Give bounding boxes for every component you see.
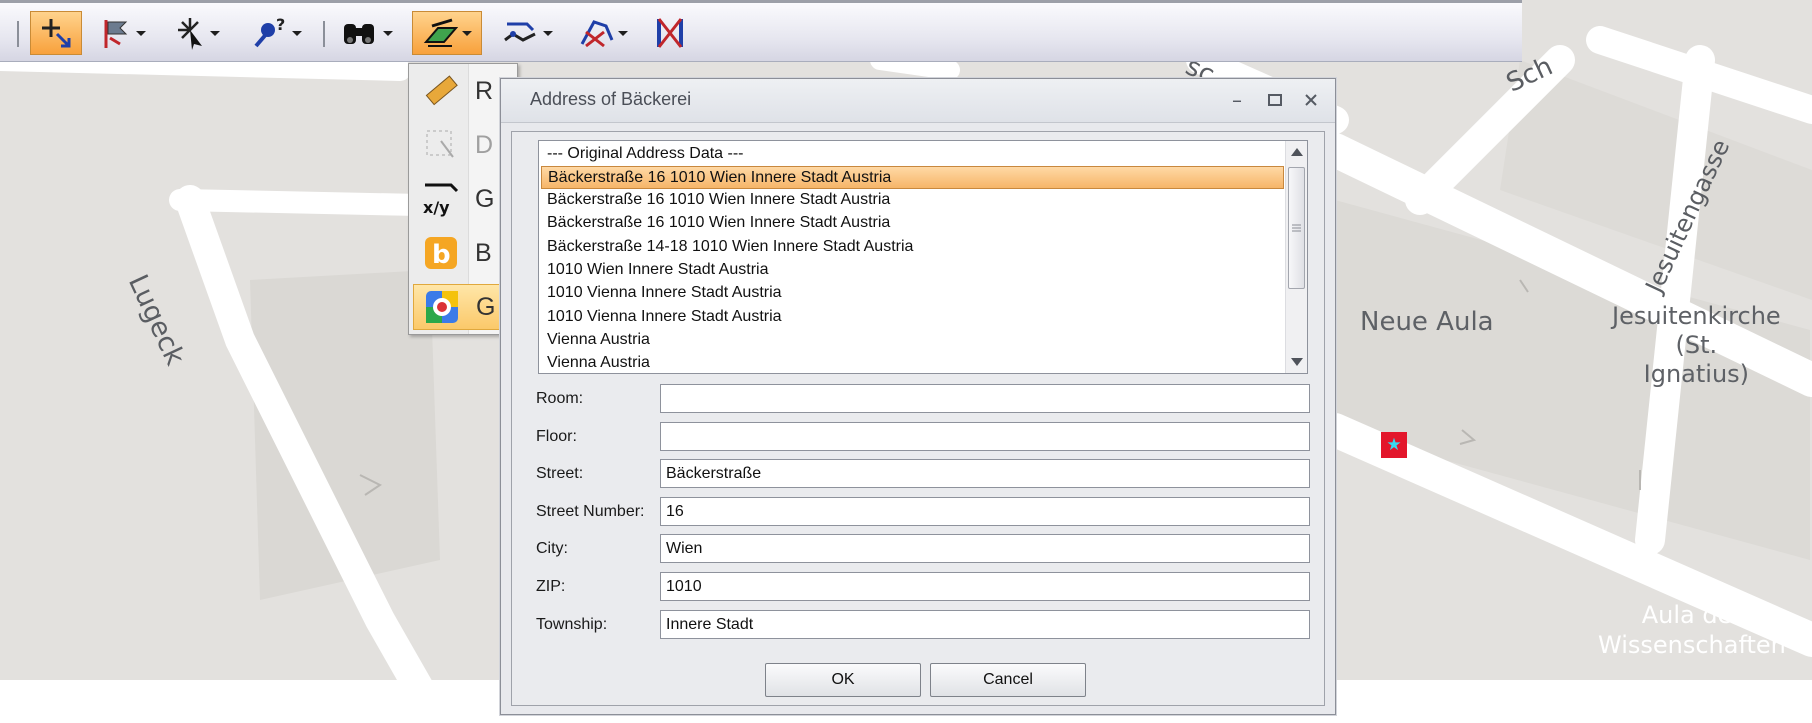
google-icon: [420, 287, 464, 327]
list-item[interactable]: Bäckerstraße 14-18 1010 Wien Innere Stad…: [541, 236, 1284, 259]
edit-network-button[interactable]: [572, 11, 634, 55]
scroll-thumb[interactable]: [1288, 167, 1305, 289]
xy-coordinates-icon: x/y: [419, 179, 463, 219]
minimize-button[interactable]: –: [1223, 87, 1251, 113]
sparkle-cursor-icon: [178, 18, 202, 50]
list-item[interactable]: Vienna Austria: [541, 352, 1284, 373]
close-button[interactable]: [1297, 87, 1325, 113]
triangle-down-icon: [1290, 358, 1303, 366]
list-item[interactable]: 1010 Vienna Innere Stadt Austria: [541, 282, 1284, 305]
map-label-neue-aula: Neue Aula: [1360, 307, 1494, 337]
menu-item-label: B: [475, 238, 492, 267]
city-label: City:: [536, 540, 568, 557]
street-field[interactable]: Bäckerstraße: [660, 459, 1310, 488]
list-scrollbar[interactable]: [1285, 141, 1307, 373]
ruler-icon: [419, 71, 463, 111]
address-dialog: Address of Bäckerei – --- Original Addre…: [500, 78, 1336, 715]
list-item[interactable]: 1010 Vienna Innere Stadt Austria: [541, 306, 1284, 329]
edit-line-icon: [504, 22, 536, 42]
grip-icon: [1292, 224, 1301, 232]
svg-text:b: b: [432, 240, 451, 270]
dialog-body: --- Original Address Data --- Bäckerstra…: [511, 131, 1325, 706]
township-label: Township:: [536, 616, 608, 633]
list-item-selected[interactable]: Bäckerstraße 16 1010 Wien Innere Stadt A…: [541, 166, 1284, 189]
chevron-down-icon: [383, 30, 393, 36]
chevron-down-icon: [462, 30, 472, 36]
room-field[interactable]: [660, 384, 1310, 413]
dashed-cursor-icon: [419, 125, 463, 165]
map-label-jesuitenkirche-line2: (St.: [1675, 331, 1718, 359]
map-label-aula-line2: Wissenschaften: [1598, 631, 1786, 659]
map-label-jesuitenkirche: Jesuitenkirche (St. Ignatius): [1612, 302, 1781, 389]
minimize-icon: –: [1232, 88, 1242, 112]
chevron-down-icon: [136, 30, 146, 36]
flag-icon: [104, 20, 128, 48]
zip-field[interactable]: 1010: [660, 572, 1310, 601]
menu-item-label: R: [475, 76, 494, 105]
network-delete-icon: [657, 18, 683, 48]
menu-item-label: D: [475, 130, 494, 159]
scroll-down-button[interactable]: [1286, 351, 1307, 373]
select-tool-button[interactable]: [168, 11, 226, 55]
chevron-down-icon: [292, 30, 302, 36]
query-tool-button[interactable]: ?: [246, 11, 308, 55]
find-button[interactable]: [336, 11, 398, 55]
network-edit-icon: [580, 20, 614, 48]
zip-label: ZIP:: [536, 578, 566, 595]
geocode-button[interactable]: [412, 11, 482, 55]
binoculars-icon: [344, 24, 374, 44]
list-item[interactable]: Vienna Austria: [541, 329, 1284, 352]
crosshair-plus-icon: [42, 19, 71, 48]
list-item[interactable]: --- Original Address Data ---: [541, 143, 1284, 166]
map-label-aula-line1: Aula der: [1641, 601, 1743, 629]
flag-tool-button[interactable]: [94, 11, 152, 55]
star-icon: ★: [1386, 434, 1402, 455]
room-label: Room:: [536, 390, 584, 407]
floor-label: Floor:: [536, 428, 577, 445]
street-label: Street:: [536, 465, 584, 482]
pin-question-icon: ?: [254, 16, 285, 48]
dialog-title: Address of Bäckerei: [530, 89, 692, 109]
list-item[interactable]: 1010 Wien Innere Stadt Austria: [541, 259, 1284, 282]
maximize-button[interactable]: [1261, 87, 1289, 113]
toolbar-separator: [17, 21, 19, 47]
scroll-up-button[interactable]: [1286, 141, 1307, 163]
chevron-down-icon: [543, 30, 553, 36]
ok-button[interactable]: OK: [765, 663, 921, 697]
map-label-aula: Aula der Wissenschaften: [1598, 600, 1786, 660]
toolbar: ?: [0, 0, 1522, 62]
triangle-up-icon: [1290, 148, 1303, 156]
close-icon: [1305, 94, 1317, 106]
edit-geometry-button[interactable]: [494, 11, 560, 55]
floor-field[interactable]: [660, 422, 1310, 451]
svg-text:x/y: x/y: [423, 198, 450, 217]
dialog-titlebar[interactable]: Address of Bäckerei –: [501, 79, 1335, 123]
geocode-icon: [423, 18, 458, 47]
chevron-down-icon: [618, 30, 628, 36]
street-number-field[interactable]: 16: [660, 497, 1310, 526]
bing-icon: b: [419, 233, 463, 273]
toolbar-separator: [323, 21, 325, 47]
map-label-jesuitenkirche-line3: Ignatius): [1643, 360, 1750, 388]
address-candidates-list[interactable]: --- Original Address Data --- Bäckerstra…: [538, 140, 1308, 374]
map-marker[interactable]: ★: [1381, 432, 1407, 458]
maximize-icon: [1268, 94, 1282, 106]
city-field[interactable]: Wien: [660, 534, 1310, 563]
list-item[interactable]: Bäckerstraße 16 1010 Wien Innere Stadt A…: [541, 212, 1284, 235]
delete-network-button[interactable]: [650, 11, 690, 55]
street-number-label: Street Number:: [536, 503, 645, 520]
map-label-jesuitenkirche-line1: Jesuitenkirche: [1612, 302, 1781, 330]
menu-item-label: G: [475, 184, 495, 213]
list-item[interactable]: Bäckerstraße 16 1010 Wien Innere Stadt A…: [541, 189, 1284, 212]
chevron-down-icon: [210, 30, 220, 36]
cancel-button[interactable]: Cancel: [930, 663, 1086, 697]
add-point-button[interactable]: [30, 11, 82, 55]
township-field[interactable]: Innere Stadt: [660, 610, 1310, 639]
menu-item-label: G: [476, 292, 496, 321]
svg-text:?: ?: [276, 16, 285, 34]
